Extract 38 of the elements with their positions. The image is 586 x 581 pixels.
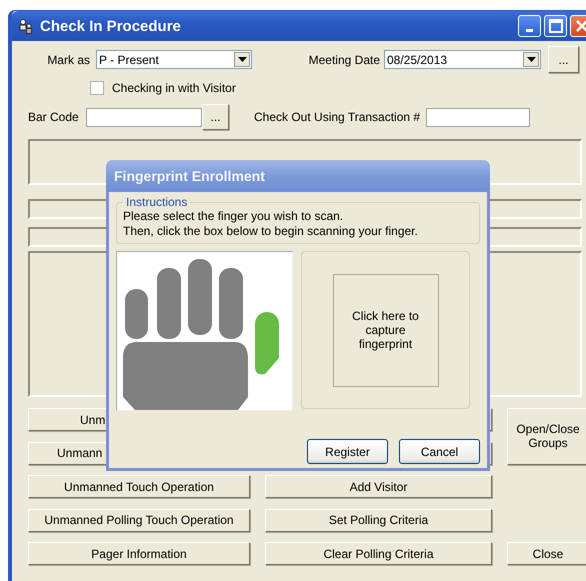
group-title: Instructions (125, 195, 188, 209)
action-button[interactable]: Unmanned Touch Operation (28, 475, 250, 498)
bar-code-field[interactable] (86, 108, 202, 126)
maximize-button[interactable] (544, 15, 567, 37)
window-title: Check In Procedure (40, 18, 181, 34)
close-window-button[interactable]: Close (507, 542, 586, 565)
transaction-number-field[interactable] (426, 108, 530, 126)
mark-as-dropdown[interactable]: P - Present (96, 50, 252, 69)
action-button[interactable]: Unmanned Polling Touch Operation (28, 508, 250, 532)
check-out-label: Check Out Using Transaction # (254, 110, 420, 124)
open-close-groups-button[interactable]: Open/Close Groups (507, 408, 586, 464)
visitor-checkbox[interactable]: Checking in with Visitor (90, 81, 236, 95)
minimize-icon (526, 28, 533, 32)
finger-shape[interactable] (219, 268, 243, 339)
finger-shape[interactable] (125, 289, 148, 339)
thumb-shape[interactable] (255, 312, 279, 374)
close-icon (576, 20, 586, 32)
finger-shape[interactable] (188, 259, 212, 335)
action-button[interactable]: Add Visitor (265, 475, 492, 498)
mark-as-label: Mark as (46, 52, 90, 66)
meeting-date-label: Meeting Date (308, 52, 380, 66)
finger-shape[interactable] (157, 268, 181, 339)
cancel-button[interactable]: Cancel (399, 439, 480, 464)
minimize-button[interactable] (518, 15, 541, 37)
register-button[interactable]: Register (307, 439, 388, 464)
people-icon (18, 18, 34, 34)
action-button[interactable]: Clear Polling Criteria (265, 542, 492, 565)
bar-code-browse-button[interactable]: ... (202, 104, 229, 130)
meeting-date-dropdown[interactable]: 08/25/2013 (384, 50, 541, 69)
instruction-text: Please select the finger you wish to scan. (123, 209, 344, 224)
bar-code-label: Bar Code (28, 110, 80, 124)
maximize-icon (548, 19, 562, 33)
action-button[interactable]: Set Polling Criteria (265, 508, 492, 532)
capture-fingerprint-button[interactable]: Click here to capture fingerprint (332, 274, 438, 386)
action-button[interactable]: Pager Information (28, 542, 250, 565)
dialog-title: Fingerprint Enrollment (106, 160, 490, 192)
instruction-text: Then, click the box below to begin scanning your finger. (123, 224, 419, 239)
date-picker-button[interactable]: ... (548, 46, 579, 73)
